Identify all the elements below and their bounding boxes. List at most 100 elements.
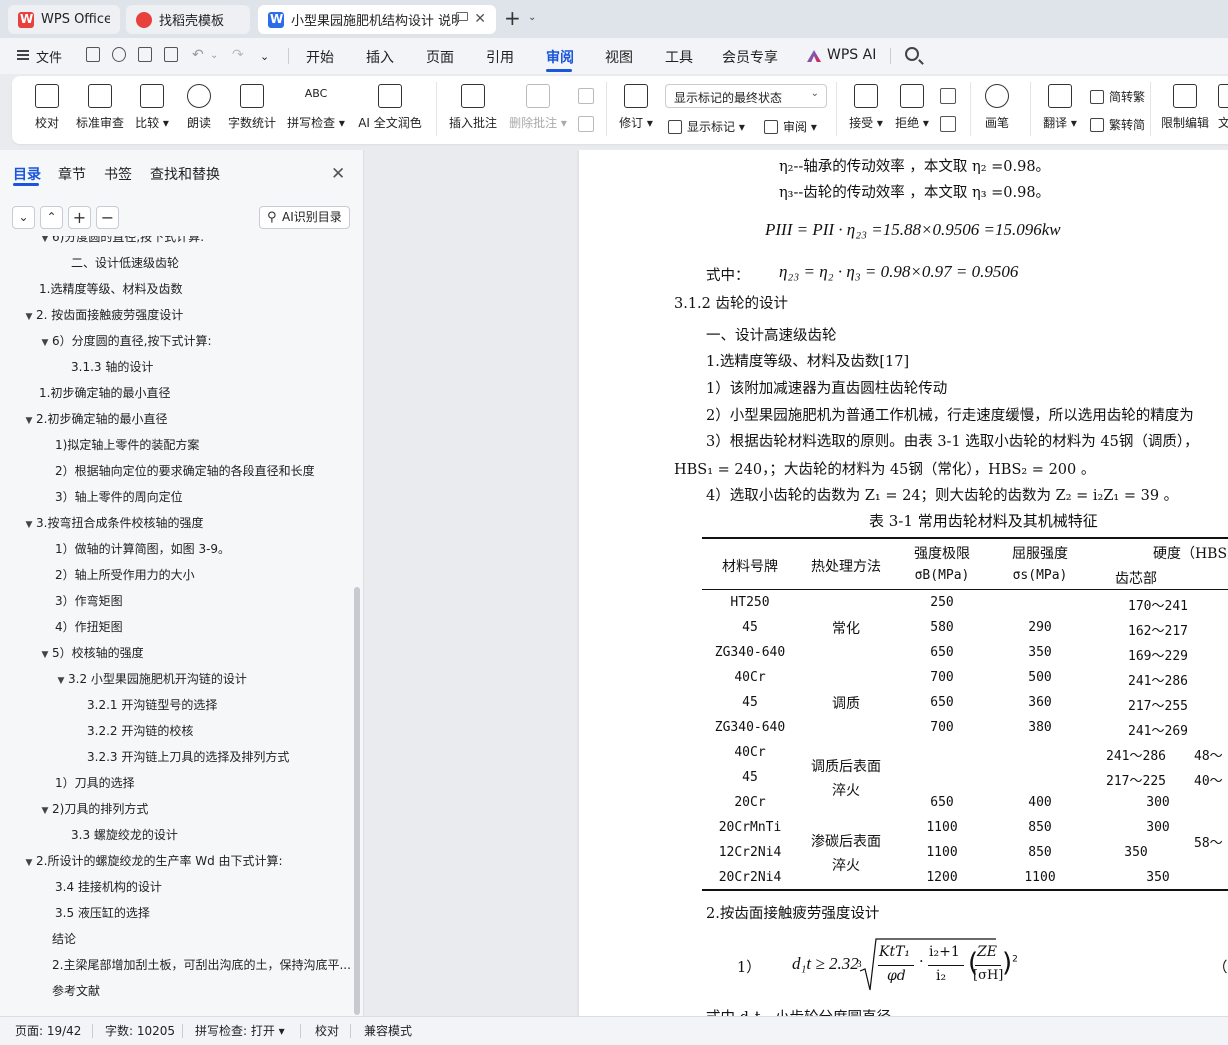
- toc-item[interactable]: ▼ 5）校核轴的强度: [38, 640, 144, 666]
- nav-tab-bookmarks[interactable]: 书签: [104, 164, 132, 184]
- show-markup-button[interactable]: 显示标记 ▾: [668, 118, 745, 135]
- menu-home[interactable]: 开始: [306, 47, 334, 67]
- expand-toggle-icon[interactable]: ▼: [38, 798, 52, 824]
- proof-indicator[interactable]: 校对: [315, 1022, 339, 1039]
- to-simplified-button[interactable]: 繁转简: [1090, 116, 1145, 133]
- chevron-down-icon[interactable]: ⌄: [528, 12, 536, 23]
- new-tab-plus-icon[interactable]: +: [504, 8, 521, 28]
- ai-toc-button[interactable]: AI识别目录: [259, 206, 350, 229]
- toc-item[interactable]: 3.2.1 开沟链型号的选择: [73, 692, 217, 718]
- menu-insert[interactable]: 插入: [366, 47, 394, 67]
- menu-review[interactable]: 审阅: [546, 47, 574, 67]
- toc-item[interactable]: ▼ 2.所设计的螺旋绞龙的生产率 Wd 由下式计算:: [22, 848, 283, 874]
- search-icon[interactable]: [905, 47, 919, 61]
- toc-item[interactable]: 结论: [38, 926, 76, 952]
- expand-toggle-icon[interactable]: ▼: [38, 642, 52, 668]
- track-changes-button[interactable]: 修订 ▾: [618, 84, 654, 131]
- toc-item[interactable]: 3.5 液压缸的选择: [41, 900, 150, 926]
- toc-item[interactable]: 3）轴上零件的周向定位: [41, 484, 183, 510]
- toc-item[interactable]: 1)拟定轴上零件的装配方案: [41, 432, 199, 458]
- next-comment-icon[interactable]: [578, 116, 594, 132]
- review-pane-button[interactable]: 审阅 ▾: [764, 118, 817, 135]
- toc-item[interactable]: ▼ 2.初步确定轴的最小直径: [22, 406, 168, 434]
- menu-member[interactable]: 会员专享: [722, 47, 778, 67]
- prev-change-icon[interactable]: [940, 88, 956, 104]
- read-aloud-button[interactable]: 朗读: [184, 84, 214, 131]
- menu-page[interactable]: 页面: [426, 47, 454, 67]
- close-tab-icon[interactable]: ✕: [474, 11, 486, 27]
- accept-button[interactable]: 接受 ▾: [846, 84, 886, 131]
- toc-item[interactable]: ▼ 3.按弯扭合成条件校核轴的强度: [22, 510, 204, 538]
- expand-toggle-icon[interactable]: ▼: [22, 850, 36, 876]
- nav-tab-toc[interactable]: 目录: [13, 164, 41, 184]
- expand-toggle-icon[interactable]: ▼: [22, 304, 36, 330]
- spell-check-indicator[interactable]: 拼写检查: 打开 ▾: [195, 1022, 285, 1039]
- file-menu[interactable]: 文件: [36, 47, 62, 66]
- expand-toggle-icon[interactable]: ▼: [54, 668, 68, 694]
- menu-tools[interactable]: 工具: [665, 47, 693, 67]
- word-count-indicator[interactable]: 字数: 10205: [105, 1022, 175, 1039]
- toc-item[interactable]: 参考文献: [38, 978, 100, 1004]
- more-icon[interactable]: ⌄: [260, 50, 269, 63]
- toc-item[interactable]: 3.2.3 开沟链上刀具的选择及排列方式: [73, 744, 289, 770]
- toc-item[interactable]: 1）刀具的选择: [41, 770, 135, 796]
- toc-item[interactable]: 2）根据轴向定位的要求确定轴的各段直径和长度: [41, 458, 315, 484]
- expand-all-button[interactable]: ⌃: [40, 206, 63, 229]
- toc-item[interactable]: 2）轴上所受作用力的大小: [41, 562, 195, 588]
- toc-item[interactable]: ▼ 6）分度圆的直径,按下式计算:: [38, 328, 212, 354]
- toc-item[interactable]: ▼ 2. 按齿面接触疲劳强度设计: [22, 302, 184, 330]
- tab-wps-office[interactable]: WPS Office: [8, 5, 120, 34]
- toc-item[interactable]: ▼ 2)刀具的排列方式: [38, 796, 149, 824]
- undo-icon[interactable]: ↶: [192, 47, 204, 63]
- remove-heading-button[interactable]: −: [96, 206, 119, 229]
- collapse-all-button[interactable]: ⌄: [12, 206, 35, 229]
- markup-mode-select[interactable]: 显示标记的最终状态 ⌄: [665, 84, 827, 108]
- print-icon[interactable]: [138, 47, 152, 62]
- toc-item[interactable]: ▼ 6)分度圆的直径,按下式计算:: [38, 236, 205, 252]
- monitor-icon[interactable]: [456, 12, 468, 21]
- expand-toggle-icon[interactable]: ▼: [22, 408, 36, 434]
- to-traditional-button[interactable]: 简转繁: [1090, 88, 1145, 105]
- reject-button[interactable]: 拒绝 ▾: [892, 84, 932, 131]
- spell-check-button[interactable]: ABC 拼写检查 ▾: [286, 84, 346, 131]
- close-pane-icon[interactable]: ✕: [331, 164, 345, 184]
- toc-item[interactable]: 4）作扭矩图: [41, 614, 123, 640]
- expand-toggle-icon[interactable]: ▼: [22, 512, 36, 538]
- menu-wps-ai[interactable]: WPS AI: [827, 47, 876, 63]
- ai-polish-button[interactable]: AI 全文润色: [356, 84, 424, 131]
- menu-view[interactable]: 视图: [605, 47, 633, 67]
- toc-item[interactable]: 3.3 螺旋绞龙的设计: [57, 822, 178, 848]
- page-indicator[interactable]: 页面: 19/42: [15, 1022, 81, 1039]
- insert-comment-button[interactable]: 插入批注: [448, 84, 498, 131]
- toc-item[interactable]: ▼ 3.2 小型果园施肥机开沟链的设计: [54, 666, 247, 692]
- toc-item[interactable]: 1）做轴的计算简图，如图 3-9。: [41, 536, 230, 562]
- standard-review-button[interactable]: 标准审查: [74, 84, 126, 131]
- ink-button[interactable]: 画笔: [982, 84, 1012, 131]
- translate-button[interactable]: 翻译 ▾: [1040, 84, 1080, 131]
- toc-item[interactable]: 3.1.3 轴的设计: [57, 354, 153, 380]
- print-preview-icon[interactable]: [164, 47, 178, 62]
- doc-auth-button[interactable]: 文: [1218, 84, 1228, 131]
- menu-references[interactable]: 引用: [486, 47, 514, 67]
- share-icon[interactable]: [112, 47, 126, 62]
- expand-toggle-icon[interactable]: ▼: [38, 236, 52, 252]
- add-heading-button[interactable]: +: [68, 206, 91, 229]
- toc-item[interactable]: 3）作弯矩图: [41, 588, 123, 614]
- toc-scrollbar[interactable]: [354, 587, 360, 1015]
- toc-item[interactable]: 3.2.2 开沟链的校核: [73, 718, 193, 744]
- expand-toggle-icon[interactable]: ▼: [38, 330, 52, 356]
- word-count-button[interactable]: 字数统计: [226, 84, 278, 131]
- save-icon[interactable]: [86, 47, 100, 62]
- delete-comment-button[interactable]: 删除批注 ▾: [508, 84, 568, 131]
- toc-item[interactable]: 1.选精度等级、材料及齿数: [25, 276, 182, 302]
- nav-tab-find-replace[interactable]: 查找和替换: [150, 164, 220, 184]
- tab-document[interactable]: 小型果园施肥机结构设计 说明 ✕: [258, 5, 496, 34]
- toc-item[interactable]: 二、设计低速级齿轮: [57, 250, 179, 276]
- undo-dropdown-icon[interactable]: ⌄: [210, 50, 218, 61]
- tab-template[interactable]: 找稻壳模板: [126, 5, 250, 34]
- toc-item[interactable]: 1.初步确定轴的最小直径: [25, 380, 170, 406]
- toc-item[interactable]: 3.4 挂接机构的设计: [41, 874, 162, 900]
- redo-icon[interactable]: ↷: [232, 47, 244, 63]
- toc-item[interactable]: 2.主梁尾部增加刮土板，可刮出沟底的土，保持沟底平...: [38, 952, 351, 978]
- compare-button[interactable]: 比较 ▾: [134, 84, 170, 131]
